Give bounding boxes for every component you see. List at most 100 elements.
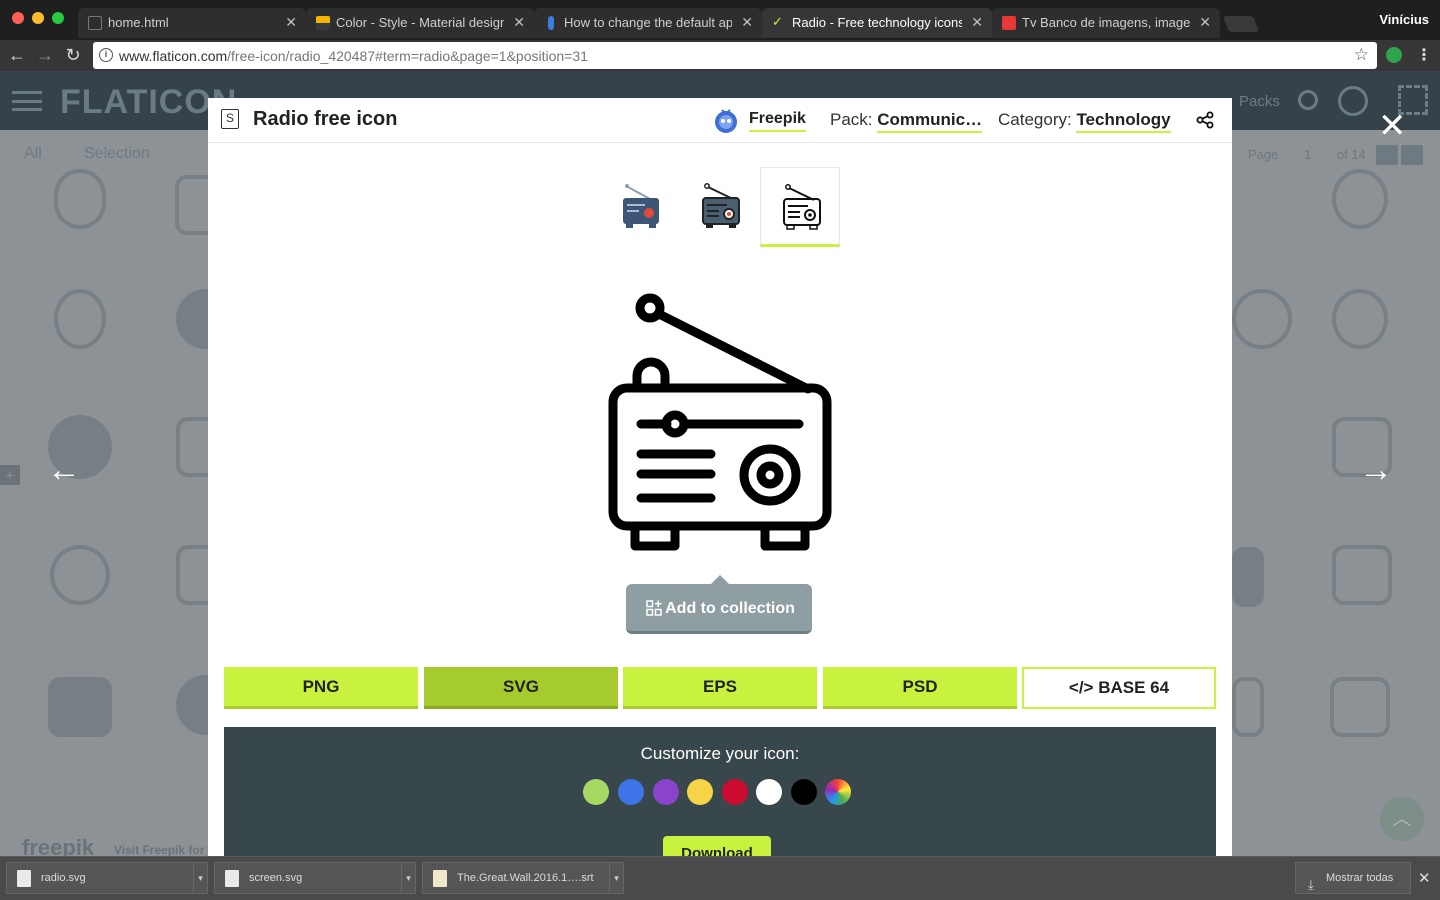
browser-tab-material[interactable]: Color - Style - Material design ✕ (306, 8, 534, 38)
format-png-button[interactable]: PNG (224, 667, 418, 709)
radio-icon[interactable] (1232, 677, 1264, 737)
user-icon[interactable] (1338, 86, 1368, 116)
modal-header: S Radio free icon Freepik Pack: Communic… (208, 98, 1232, 143)
window-zoom-button[interactable] (52, 12, 64, 24)
previous-icon-arrow[interactable]: ← (44, 451, 84, 490)
image-bank-favicon-icon (1002, 16, 1016, 30)
svg-file-icon (17, 870, 31, 887)
visit-freepik-link[interactable]: Visit Freepik for (114, 843, 204, 856)
browser-menu-icon[interactable]: ⋮ (1416, 45, 1432, 65)
category-link[interactable]: Technology (1076, 110, 1171, 133)
packs-link[interactable]: Packs (1239, 93, 1280, 110)
new-tab-button[interactable] (1223, 16, 1259, 32)
bookmark-star-icon[interactable]: ☆ (1354, 45, 1369, 65)
microphone-icon[interactable] (54, 289, 106, 349)
browser-tab-radio[interactable]: ✓ Radio - Free technology icons ✕ (762, 8, 992, 38)
close-modal-icon[interactable]: ✕ (1378, 106, 1407, 146)
tab-close-icon[interactable]: ✕ (1199, 14, 1211, 31)
url-text[interactable]: www.flaticon.com/free-icon/radio_420487#… (119, 48, 588, 64)
pack-link[interactable]: Communic… (877, 110, 983, 133)
radio-outline-icon (783, 184, 821, 230)
file-icon (88, 16, 102, 30)
search-icon[interactable] (1298, 90, 1318, 110)
close-shelf-icon[interactable]: ✕ (1418, 869, 1431, 887)
back-arrow-icon[interactable]: ← (6, 44, 28, 66)
url-host: www.flaticon.com (119, 48, 228, 64)
page-input[interactable]: 1 (1304, 147, 1311, 162)
reload-icon[interactable]: ↻ (62, 44, 84, 66)
color-swatch-black[interactable] (791, 779, 817, 805)
next-page-button[interactable] (1401, 145, 1423, 165)
browser-tab-howto[interactable]: How to change the default app ✕ (534, 8, 762, 38)
color-swatch-yellow[interactable] (687, 779, 713, 805)
satellite-dish-icon[interactable] (1332, 545, 1392, 605)
color-swatch-purple[interactable] (653, 779, 679, 805)
selection-icon[interactable]: S (221, 109, 239, 129)
add-to-collection-label: Add to collection (665, 600, 795, 617)
profile-name[interactable]: Vinícius (1379, 12, 1429, 27)
filter-selection[interactable]: Selection (84, 145, 150, 163)
microphone-icon[interactable] (1332, 169, 1388, 229)
share-icon[interactable] (1196, 111, 1214, 129)
microphone-icon[interactable] (54, 169, 106, 229)
variant-outline-selected[interactable] (760, 167, 840, 247)
tab-close-icon[interactable]: ✕ (741, 14, 753, 31)
download-button[interactable]: Download (663, 836, 771, 856)
variant-filled-outline[interactable] (680, 167, 760, 247)
format-base64-button[interactable]: </> BASE 64 (1022, 667, 1216, 709)
address-bar[interactable]: i www.flaticon.com/free-icon/radio_42048… (93, 42, 1377, 69)
author-link[interactable]: Freepik (749, 110, 806, 132)
color-swatch-white[interactable] (756, 779, 782, 805)
format-eps-button[interactable]: EPS (623, 667, 817, 709)
color-picker-rainbow-icon[interactable] (825, 779, 851, 805)
speaker-icon[interactable] (1232, 289, 1292, 349)
variant-flat[interactable] (600, 167, 680, 247)
chevron-down-icon[interactable]: ▾ (401, 863, 415, 893)
color-swatch-red[interactable] (722, 779, 748, 805)
chevron-down-icon[interactable]: ▾ (193, 863, 207, 893)
radio-preview-icon (608, 293, 832, 551)
filter-all[interactable]: All (24, 145, 42, 163)
modal-title: Radio free icon (253, 108, 398, 130)
freepik-logo[interactable]: freepik (22, 835, 94, 856)
format-svg-button[interactable]: SVG (424, 667, 618, 709)
download-item-subtitle[interactable]: The.Great.Wall.2016.1….srt ▾ (422, 862, 624, 894)
download-filename: screen.svg (249, 872, 303, 884)
hamburger-menu-icon[interactable] (12, 91, 42, 111)
browser-tab-tv[interactable]: Tv Banco de imagens, imagens ✕ (992, 8, 1220, 38)
pin-favicon-icon (548, 16, 554, 30)
prev-page-button[interactable] (1376, 145, 1398, 165)
flaticon-favicon-icon: ✓ (772, 14, 783, 29)
download-item-radio[interactable]: radio.svg ▾ (6, 862, 208, 894)
radio-filled-outline-icon (702, 183, 740, 228)
tab-close-icon[interactable]: ✕ (513, 14, 525, 31)
info-icon[interactable]: i (99, 48, 113, 62)
browser-toolbar: ← → ↻ i www.flaticon.com/free-icon/radio… (0, 40, 1440, 71)
next-icon-arrow[interactable]: → (1356, 451, 1396, 490)
plus-icon[interactable]: + (0, 465, 20, 485)
microphone-icon[interactable] (50, 545, 110, 605)
color-swatch-blue[interactable] (618, 779, 644, 805)
color-swatch-green[interactable] (583, 779, 609, 805)
download-item-screen[interactable]: screen.svg ▾ (214, 862, 416, 894)
collection-add-icon (646, 600, 662, 616)
window-close-button[interactable] (12, 12, 24, 24)
scroll-top-chevron-icon[interactable]: ︿ (1380, 797, 1424, 841)
tab-close-icon[interactable]: ✕ (971, 14, 983, 31)
category-info: Category: Technology (998, 110, 1171, 133)
window-minimize-button[interactable] (32, 12, 44, 24)
browser-tab-home[interactable]: home.html ✕ (78, 8, 306, 38)
chevron-down-icon[interactable]: ▾ (609, 863, 623, 893)
boombox-icon[interactable] (48, 677, 112, 737)
forward-arrow-icon[interactable]: → (34, 44, 56, 66)
camera-icon[interactable] (1232, 547, 1264, 607)
extension-icon[interactable] (1386, 47, 1402, 63)
format-psd-button[interactable]: PSD (823, 667, 1017, 709)
add-to-collection-button[interactable]: Add to collection (626, 584, 812, 634)
show-all-downloads-button[interactable]: ⤓ Mostrar todas (1295, 862, 1411, 894)
radio-station-icon[interactable] (1330, 677, 1390, 737)
tab-close-icon[interactable]: ✕ (285, 14, 297, 31)
category-label: Category: (998, 110, 1072, 129)
microphone-icon[interactable] (1332, 289, 1388, 349)
url-path: /free-icon/radio_420487#term=radio&page=… (227, 48, 588, 64)
